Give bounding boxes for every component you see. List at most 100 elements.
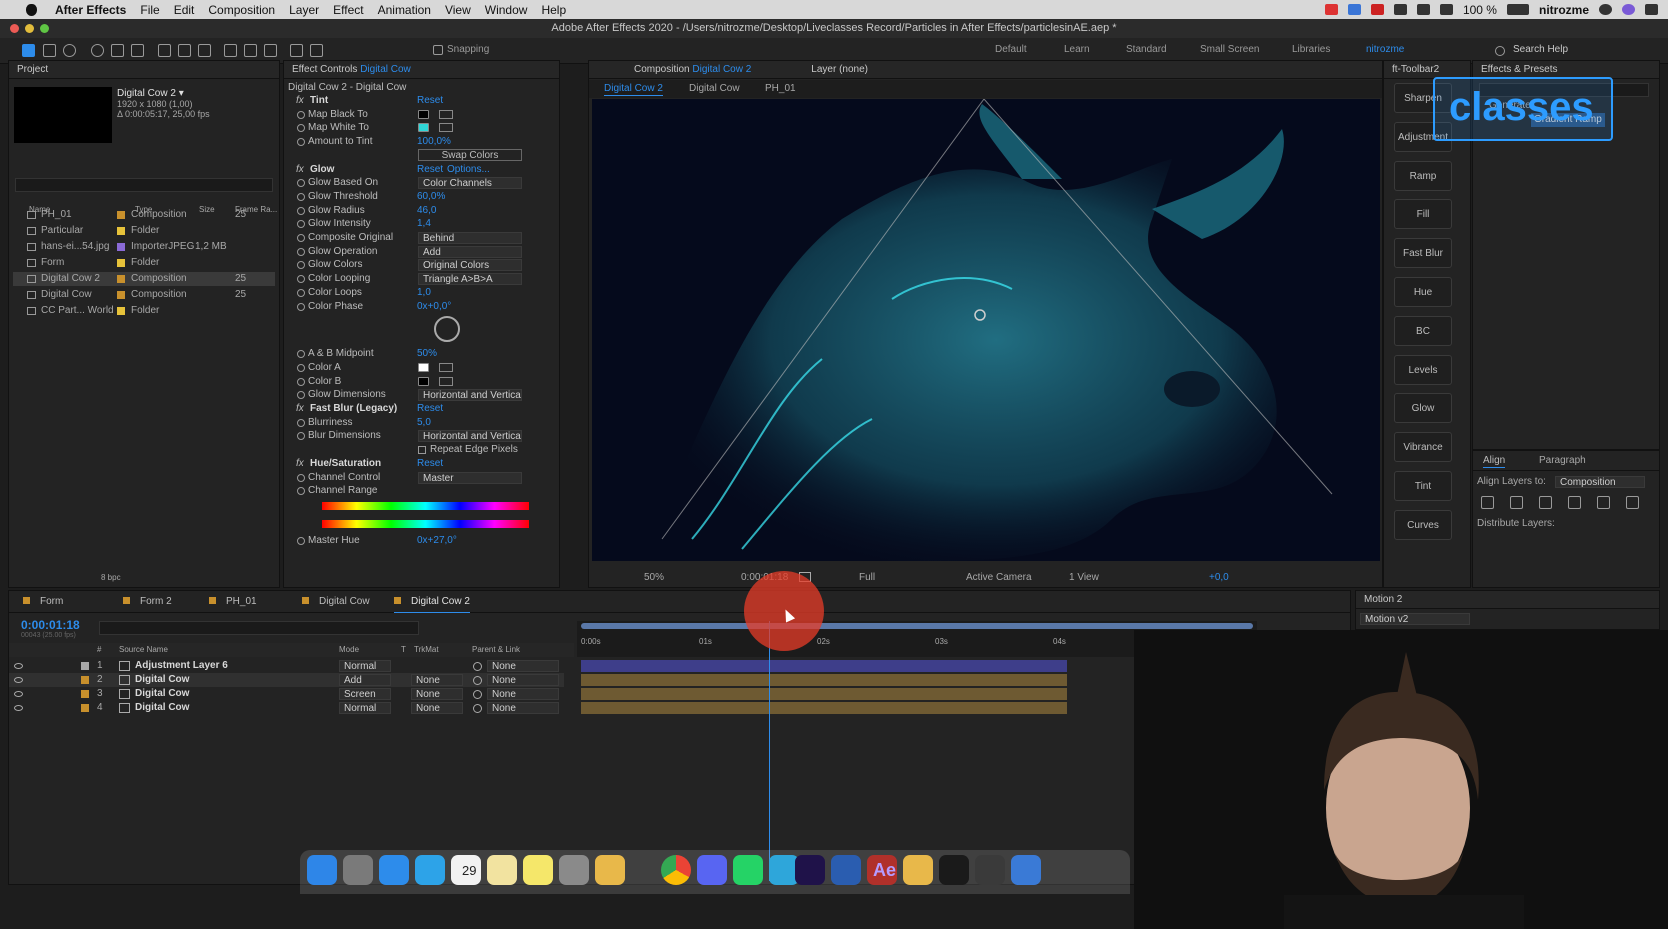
stickies-icon[interactable] xyxy=(523,855,553,885)
layer-trkmat-dropdown[interactable]: None xyxy=(411,674,463,686)
zoom-tool-icon[interactable] xyxy=(63,44,76,57)
xcode-icon[interactable] xyxy=(975,855,1005,885)
stopwatch-icon[interactable] xyxy=(297,391,305,400)
reset-link[interactable]: Reset xyxy=(417,402,443,416)
menu-animation[interactable]: Animation xyxy=(378,3,431,17)
property-dropdown[interactable]: Horizontal and Vertical xyxy=(418,430,522,443)
fx-badge[interactable]: fx xyxy=(296,402,304,416)
property-dropdown[interactable]: Horizontal and Vertical xyxy=(418,389,522,402)
wifi-icon[interactable] xyxy=(1416,4,1430,15)
visibility-eye-icon[interactable] xyxy=(14,705,23,711)
layer-mode-dropdown[interactable]: Add xyxy=(339,674,391,686)
stopwatch-icon[interactable] xyxy=(297,363,305,372)
stopwatch-icon[interactable] xyxy=(297,138,305,147)
parent-pickwhip-icon[interactable] xyxy=(473,690,482,699)
layer-row[interactable]: 3 Digital Cow Screen None None xyxy=(9,687,564,701)
motion-version-dropdown[interactable]: Motion v2 xyxy=(1360,613,1470,625)
layer-name[interactable]: Digital Cow xyxy=(135,687,189,701)
layer-parent-dropdown[interactable]: None xyxy=(487,702,559,714)
layer-tab-label[interactable]: Layer (none) xyxy=(811,64,868,75)
parent-pickwhip-icon[interactable] xyxy=(473,704,482,713)
timeline-tab[interactable]: Digital Cow 2 xyxy=(394,591,470,613)
workspace-nitrozme[interactable]: nitrozme xyxy=(1366,44,1404,55)
keynote-icon[interactable] xyxy=(1011,855,1041,885)
color-phase-dial[interactable] xyxy=(434,316,460,342)
stopwatch-icon[interactable] xyxy=(297,473,305,482)
volume-icon[interactable] xyxy=(1439,4,1453,15)
layer-trkmat-dropdown[interactable]: None xyxy=(411,688,463,700)
project-panel-title[interactable]: Project xyxy=(9,61,279,79)
settings-icon[interactable] xyxy=(559,855,589,885)
stopwatch-icon[interactable] xyxy=(297,432,305,441)
menu-composition[interactable]: Composition xyxy=(208,3,275,17)
timeline-tab[interactable]: Digital Cow xyxy=(302,591,370,613)
align-to-dropdown[interactable]: Composition xyxy=(1555,476,1645,488)
project-item[interactable]: hans-ei...54.jpg ImporterJPEG 1,2 MB xyxy=(13,240,275,254)
stopwatch-icon[interactable] xyxy=(297,192,305,201)
c4d-icon[interactable] xyxy=(831,855,861,885)
roto-brush-tool-icon[interactable] xyxy=(290,44,303,57)
menu-view[interactable]: View xyxy=(445,3,471,17)
property-value[interactable]: 46,0 xyxy=(417,204,436,218)
fx-badge[interactable]: fx xyxy=(296,94,304,108)
resolution-dropdown[interactable]: Full xyxy=(859,571,919,585)
work-area-bar[interactable] xyxy=(581,623,1253,629)
appstore-icon[interactable] xyxy=(379,855,409,885)
hdr-mode[interactable]: Mode xyxy=(339,643,359,657)
layer-row[interactable]: 1 Adjustment Layer 6 Normal None xyxy=(9,659,564,673)
battery-icon[interactable] xyxy=(1506,4,1529,15)
layer-parent-dropdown[interactable]: None xyxy=(487,660,559,672)
search-help-label[interactable]: Search Help xyxy=(1513,44,1568,55)
property-value[interactable]: 1,0 xyxy=(417,286,431,300)
fx-button-fast-blur[interactable]: Fast Blur xyxy=(1394,238,1452,269)
color-swatch[interactable] xyxy=(418,376,429,386)
siri-icon[interactable] xyxy=(1622,4,1635,15)
menu-layer[interactable]: Layer xyxy=(289,3,319,17)
align-center-v-icon[interactable] xyxy=(1597,496,1610,509)
hdr-parent[interactable]: Parent & Link xyxy=(472,643,520,657)
parent-pickwhip-icon[interactable] xyxy=(473,662,482,671)
layer-parent-dropdown[interactable]: None xyxy=(487,674,559,686)
archive-icon[interactable] xyxy=(903,855,933,885)
color-swatch[interactable] xyxy=(418,109,429,119)
item-label-color[interactable] xyxy=(117,291,125,299)
property-value[interactable]: 60,0% xyxy=(417,190,445,204)
stopwatch-icon[interactable] xyxy=(297,487,305,496)
project-item[interactable]: Form Folder xyxy=(13,256,275,270)
options-link[interactable]: Options... xyxy=(447,163,490,177)
stopwatch-icon[interactable] xyxy=(297,220,305,229)
aftereffects-icon[interactable] xyxy=(795,855,825,885)
search-icon[interactable] xyxy=(1495,46,1505,56)
property-value[interactable]: 5,0 xyxy=(417,416,431,430)
chrome-icon[interactable] xyxy=(661,855,691,885)
layer-duration-bar[interactable] xyxy=(581,702,1067,714)
eraser-tool-icon[interactable] xyxy=(264,44,277,57)
safari-icon[interactable] xyxy=(415,855,445,885)
composition-tab[interactable]: Composition Digital Cow 2 Layer (none) xyxy=(589,61,1382,79)
bpc-label[interactable]: 8 bpc xyxy=(101,571,121,585)
notes-icon[interactable] xyxy=(487,855,517,885)
item-label-color[interactable] xyxy=(117,211,125,219)
layer-label-color[interactable] xyxy=(81,676,89,684)
item-label-color[interactable] xyxy=(117,307,125,315)
zoom-window-button[interactable] xyxy=(40,24,49,33)
project-item[interactable]: Particular Folder xyxy=(13,224,275,238)
color-swatch[interactable] xyxy=(418,362,429,372)
layer-duration-bar[interactable] xyxy=(581,674,1067,686)
item-label-color[interactable] xyxy=(117,227,125,235)
layer-duration-bar[interactable] xyxy=(581,688,1067,700)
project-item[interactable]: PH_01 Composition 25 xyxy=(13,208,275,222)
type-tool-icon[interactable] xyxy=(198,44,211,57)
property-value[interactable]: 0x+27,0° xyxy=(417,534,457,548)
finder-icon[interactable] xyxy=(307,855,337,885)
stopwatch-icon[interactable] xyxy=(297,247,305,256)
stopwatch-icon[interactable] xyxy=(297,418,305,427)
item-label-color[interactable] xyxy=(117,259,125,267)
visibility-eye-icon[interactable] xyxy=(14,663,23,669)
timeline-tab[interactable]: Form xyxy=(23,591,63,613)
reset-link[interactable]: Reset xyxy=(417,94,443,108)
hdr-source-name[interactable]: Source Name xyxy=(119,643,168,657)
layer-trkmat-dropdown[interactable]: None xyxy=(411,702,463,714)
layer-label-color[interactable] xyxy=(81,704,89,712)
layer-label-color[interactable] xyxy=(81,690,89,698)
